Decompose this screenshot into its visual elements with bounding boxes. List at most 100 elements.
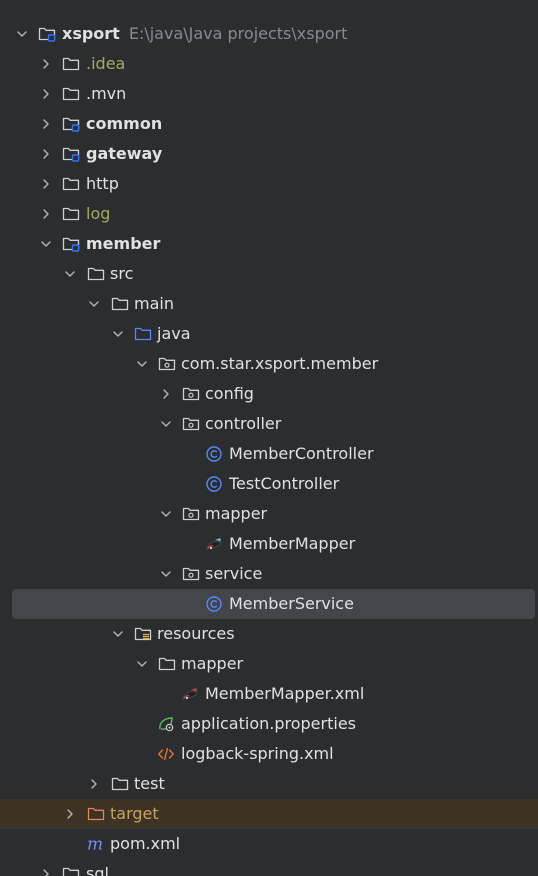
tree-node-log[interactable]: log: [0, 199, 538, 229]
project-tree: xsport E:\java\Java projects\xsport .idea…: [0, 0, 538, 876]
tree-node-label: com.star.xsport.member: [181, 354, 379, 373]
xml-file-icon: [157, 746, 175, 762]
tree-node-member-service[interactable]: MemberService: [12, 589, 535, 619]
package-icon: [158, 356, 176, 372]
tree-node-label: gateway: [86, 144, 163, 163]
project-name: xsport: [62, 24, 120, 43]
class-icon: [205, 596, 223, 612]
tree-node-src[interactable]: src: [0, 259, 538, 289]
chevron-down-icon[interactable]: [160, 568, 172, 580]
folder-icon: [62, 56, 80, 72]
tree-node-logback[interactable]: logback-spring.xml: [0, 739, 538, 769]
tree-node-idea[interactable]: .idea: [0, 49, 538, 79]
chevron-down-icon[interactable]: [160, 508, 172, 520]
tree-node-mapper-dir[interactable]: mapper: [0, 649, 538, 679]
chevron-down-icon[interactable]: [112, 628, 124, 640]
chevron-down-icon[interactable]: [112, 328, 124, 340]
tree-node-label: target: [110, 804, 159, 823]
tree-node-mvn[interactable]: .mvn: [0, 79, 538, 109]
package-icon: [182, 416, 200, 432]
chevron-down-icon[interactable]: [136, 658, 148, 670]
tree-node-label: src: [110, 264, 134, 283]
tree-node-service[interactable]: service: [0, 559, 538, 589]
tree-node-label: pom.xml: [110, 834, 181, 853]
chevron-right-icon[interactable]: [40, 178, 52, 190]
tree-node-sql[interactable]: sql: [0, 859, 538, 876]
chevron-right-icon[interactable]: [40, 118, 52, 130]
tree-node-pom[interactable]: pom.xml: [0, 829, 538, 859]
tree-node-label: logback-spring.xml: [181, 744, 334, 763]
module-folder-icon: [38, 26, 56, 42]
module-folder-icon: [62, 116, 80, 132]
chevron-down-icon[interactable]: [136, 358, 148, 370]
tree-node-label: log: [86, 204, 111, 223]
package-icon: [182, 566, 200, 582]
chevron-down-icon[interactable]: [160, 418, 172, 430]
tree-node-controller[interactable]: controller: [0, 409, 538, 439]
tree-node-label: .idea: [86, 54, 126, 73]
tree-node-label: main: [134, 294, 174, 313]
tree-node-test-controller[interactable]: TestController: [0, 469, 538, 499]
module-folder-icon: [62, 236, 80, 252]
tree-node-member-mapper-xml[interactable]: MemberMapper.xml: [0, 679, 538, 709]
module-folder-icon: [62, 146, 80, 162]
tree-node-label: .mvn: [86, 84, 127, 103]
project-path: E:\java\Java projects\xsport: [128, 24, 348, 43]
tree-node-application-properties[interactable]: application.properties: [0, 709, 538, 739]
package-icon: [182, 506, 200, 522]
chevron-right-icon[interactable]: [40, 88, 52, 100]
tree-node-config[interactable]: config: [0, 379, 538, 409]
chevron-right-icon[interactable]: [160, 388, 172, 400]
chevron-down-icon[interactable]: [88, 298, 100, 310]
tree-node-member-mapper[interactable]: MemberMapper: [0, 529, 538, 559]
tree-node-member-controller[interactable]: MemberController: [0, 439, 538, 469]
tree-node-label: MemberController: [229, 444, 374, 463]
tree-node-java[interactable]: java: [0, 319, 538, 349]
tree-node-label: MemberService: [229, 594, 354, 613]
class-icon: [205, 476, 223, 492]
tree-node-target[interactable]: target: [0, 799, 538, 829]
tree-node-label: mapper: [181, 654, 244, 673]
chevron-down-icon[interactable]: [40, 238, 52, 250]
tree-node-common[interactable]: common: [0, 109, 538, 139]
tree-node-label: MemberMapper.xml: [205, 684, 365, 703]
folder-icon: [87, 266, 105, 282]
chevron-right-icon[interactable]: [40, 868, 52, 876]
folder-icon: [158, 656, 176, 672]
package-icon: [182, 386, 200, 402]
class-icon: [205, 446, 223, 462]
tree-node-label: sql: [86, 864, 109, 876]
spring-properties-icon: [157, 716, 175, 732]
tree-node-gateway[interactable]: gateway: [0, 139, 538, 169]
mybatis-mapper-icon: [181, 686, 199, 702]
chevron-right-icon[interactable]: [40, 148, 52, 160]
folder-icon: [62, 86, 80, 102]
tree-node-http[interactable]: http: [0, 169, 538, 199]
folder-icon: [87, 806, 105, 822]
maven-pom-icon: [87, 836, 105, 852]
tree-node-label: application.properties: [181, 714, 356, 733]
tree-node-label: TestController: [229, 474, 340, 493]
tree-node-label: http: [86, 174, 119, 193]
chevron-right-icon[interactable]: [40, 208, 52, 220]
tree-node-member[interactable]: member: [0, 229, 538, 259]
chevron-right-icon[interactable]: [40, 58, 52, 70]
tree-node-test[interactable]: test: [0, 769, 538, 799]
tree-node-label: MemberMapper: [229, 534, 356, 553]
tree-node-mapper-package[interactable]: mapper: [0, 499, 538, 529]
folder-icon: [62, 866, 80, 876]
tree-node-xsport[interactable]: xsport E:\java\Java projects\xsport: [0, 19, 538, 49]
tree-node-label: xsport E:\java\Java projects\xsport: [62, 23, 347, 45]
chevron-down-icon[interactable]: [64, 268, 76, 280]
tree-node-package[interactable]: com.star.xsport.member: [0, 349, 538, 379]
mybatis-mapper-icon: [205, 536, 223, 552]
tree-node-label: resources: [157, 624, 235, 643]
tree-node-label: java: [157, 324, 191, 343]
tree-node-label: member: [86, 234, 161, 253]
chevron-down-icon[interactable]: [16, 28, 28, 40]
chevron-right-icon[interactable]: [88, 778, 100, 790]
tree-node-label: mapper: [205, 504, 268, 523]
tree-node-main[interactable]: main: [0, 289, 538, 319]
chevron-right-icon[interactable]: [64, 808, 76, 820]
tree-node-resources[interactable]: resources: [0, 619, 538, 649]
